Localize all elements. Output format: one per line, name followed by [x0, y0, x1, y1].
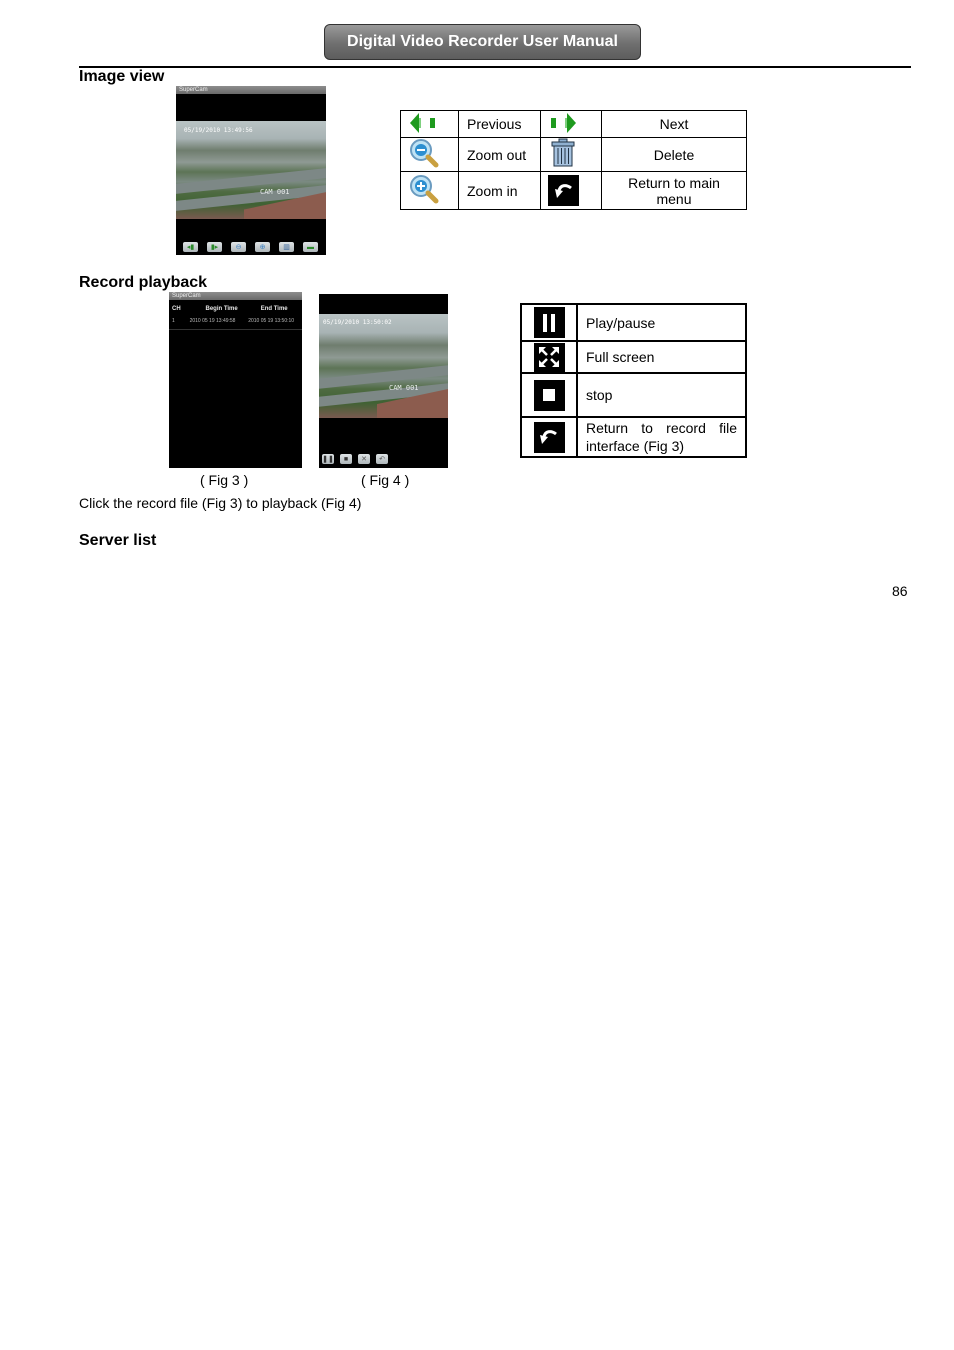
legend-label-full-screen: Full screen: [576, 340, 747, 374]
next-icon: [540, 110, 602, 138]
column-header-end-time: End Time: [260, 306, 288, 312]
pause-icon: [520, 303, 578, 342]
camera-label-overlay: CAM 001: [389, 384, 419, 392]
legend-label-play-pause: Play/pause: [576, 303, 747, 342]
zoom-in-icon[interactable]: ⊕: [255, 242, 270, 252]
previous-icon[interactable]: ◂▮: [183, 242, 198, 252]
manual-title: Digital Video Recorder User Manual: [347, 33, 618, 50]
fullscreen-icon[interactable]: ✕: [358, 454, 370, 464]
legend-label-previous: Previous: [458, 110, 541, 138]
page-number: 86: [892, 583, 908, 599]
record-file-row[interactable]: 1 2010 05 19 13:49:58 2010 05 19 13:50:1…: [169, 312, 302, 330]
legend-label-zoom-out: Zoom out: [458, 137, 541, 172]
return-icon: [520, 416, 578, 458]
app-title-bar: SuperCam: [176, 86, 326, 94]
zoom-out-icon: [400, 137, 459, 172]
delete-icon[interactable]: ▥: [279, 242, 294, 252]
column-header-begin-time: Begin Time: [205, 306, 238, 312]
next-icon[interactable]: ▮▸: [207, 242, 222, 252]
return-icon: [540, 171, 602, 210]
record-begin-time: 2010 05 19 13:49:58: [189, 318, 236, 324]
record-ch: 1: [172, 318, 175, 324]
record-end-time: 2010 05 19 13:50:10: [248, 318, 295, 324]
section-heading-server-list: Server list: [79, 532, 157, 549]
legend-label-delete: Delete: [601, 137, 747, 172]
column-header-ch: CH: [172, 306, 181, 312]
header-divider: [79, 66, 911, 68]
record-list-header: CH Begin Time End Time: [169, 300, 302, 312]
timestamp-overlay: 05/19/2010 13:49:56: [184, 127, 253, 134]
pause-icon[interactable]: ❚❚: [322, 454, 334, 464]
camera-image: 05/19/2010 13:49:56 CAM 001: [176, 121, 326, 219]
timestamp-overlay: 05/19/2010 13:50:02: [323, 319, 392, 326]
section-heading-record-playback: Record playback: [79, 274, 208, 291]
stop-icon[interactable]: ■: [340, 454, 352, 464]
return-icon[interactable]: ▬: [303, 242, 318, 252]
image-view-screenshot: SuperCam 05/19/2010 13:49:56 CAM 001 ◂▮ …: [176, 86, 326, 255]
camera-label-overlay: CAM 001: [260, 188, 290, 196]
return-icon[interactable]: ↶: [376, 454, 388, 464]
fig3-caption: ( Fig 3 ): [200, 472, 249, 488]
fig3-record-file-list: SuperCam CH Begin Time End Time 1 2010 0…: [169, 292, 302, 468]
playback-video: 05/19/2010 13:50:02 CAM 001: [319, 314, 448, 418]
image-view-icon-legend: Previous Next Zoom out Delete Zoom in Re…: [400, 110, 747, 210]
manual-title-banner: Digital Video Recorder User Manual: [324, 24, 641, 60]
legend-label-return-record: Return to record file interface (Fig 3): [576, 416, 747, 458]
app-title-bar: SuperCam: [169, 292, 302, 300]
delete-icon: [540, 137, 602, 172]
zoom-in-icon: [400, 171, 459, 210]
legend-label-stop: stop: [576, 372, 747, 418]
playback-instruction: Click the record file (Fig 3) to playbac…: [79, 495, 362, 511]
section-heading-image-view: Image view: [79, 68, 165, 85]
fullscreen-icon: [520, 340, 578, 374]
legend-label-zoom-in: Zoom in: [458, 171, 541, 210]
legend-label-next: Next: [601, 110, 747, 138]
zoom-out-icon[interactable]: ⊖: [231, 242, 246, 252]
stop-icon: [520, 372, 578, 418]
legend-label-return-main: Return to main menu: [601, 171, 747, 210]
fig4-playback-screen: 05/19/2010 13:50:02 CAM 001 ❚❚ ■ ✕ ↶: [319, 294, 448, 468]
playback-icon-legend: Play/pause Full screen stop Return to re…: [520, 303, 747, 458]
fig4-caption: ( Fig 4 ): [361, 472, 410, 488]
previous-icon: [400, 110, 459, 138]
